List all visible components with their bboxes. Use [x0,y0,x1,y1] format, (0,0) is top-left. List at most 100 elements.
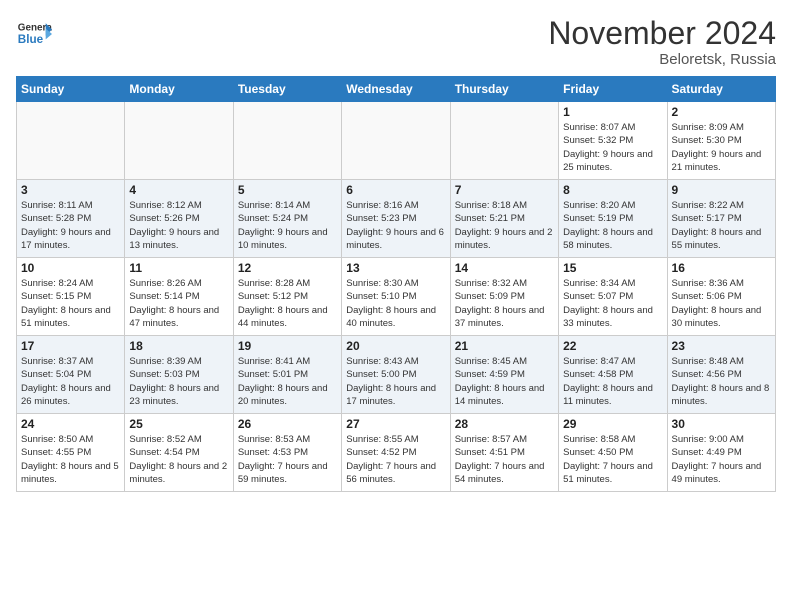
day-info: Sunrise: 8:07 AM Sunset: 5:32 PM Dayligh… [563,121,662,174]
header: General Blue November 2024 Beloretsk, Ru… [16,16,776,68]
calendar-week-row: 3 Sunrise: 8:11 AM Sunset: 5:28 PM Daylig… [17,180,776,258]
day-number: 9 [672,183,771,197]
day-number: 3 [21,183,120,197]
day-number: 25 [129,417,228,431]
table-row: 27Sunrise: 8:55 AM Sunset: 4:52 PM Dayli… [342,414,450,492]
table-row: 24 Sunrise: 8:50 AM Sunset: 4:55 PM Dayli… [17,414,125,492]
day-number: 5 [238,183,337,197]
day-number: 16 [672,261,771,275]
day-info: Sunrise: 8:53 AM Sunset: 4:53 PM Dayligh… [238,433,337,486]
table-row [233,102,341,180]
day-info: Sunrise: 8:36 AM Sunset: 5:06 PM Dayligh… [672,277,771,330]
table-row [17,102,125,180]
day-number: 21 [455,339,554,353]
day-number: 11 [129,261,228,275]
table-row: 25 Sunrise: 8:52 AM Sunset: 4:54 PM Dayli… [125,414,233,492]
table-row: 12 Sunrise: 8:28 AM Sunset: 5:12 PM Dayli… [233,258,341,336]
day-info: Sunrise: 8:32 AM Sunset: 5:09 PM Dayligh… [455,277,554,330]
table-row [125,102,233,180]
day-number: 23 [672,339,771,353]
day-info: Sunrise: 8:57 AM Sunset: 4:51 PM Dayligh… [455,433,554,486]
table-row: 17Sunrise: 8:37 AM Sunset: 5:04 PM Dayli… [17,336,125,414]
table-row: 19 Sunrise: 8:41 AM Sunset: 5:01 PM Dayli… [233,336,341,414]
table-row: 13 Sunrise: 8:30 AM Sunset: 5:10 PM Dayli… [342,258,450,336]
page: General Blue November 2024 Beloretsk, Ru… [0,0,792,612]
day-number: 12 [238,261,337,275]
table-row: 18Sunrise: 8:39 AM Sunset: 5:03 PM Dayli… [125,336,233,414]
day-info: Sunrise: 8:26 AM Sunset: 5:14 PM Dayligh… [129,277,228,330]
day-number: 29 [563,417,662,431]
svg-text:Blue: Blue [18,33,44,46]
day-info: Sunrise: 8:11 AM Sunset: 5:28 PM Dayligh… [21,199,120,252]
table-row [450,102,558,180]
day-number: 15 [563,261,662,275]
table-row: 21Sunrise: 8:45 AM Sunset: 4:59 PM Dayli… [450,336,558,414]
day-info: Sunrise: 8:24 AM Sunset: 5:15 PM Dayligh… [21,277,120,330]
table-row: 3 Sunrise: 8:11 AM Sunset: 5:28 PM Daylig… [17,180,125,258]
col-tuesday: Tuesday [233,77,341,102]
day-number: 4 [129,183,228,197]
day-info: Sunrise: 8:47 AM Sunset: 4:58 PM Dayligh… [563,355,662,408]
day-info: Sunrise: 8:16 AM Sunset: 5:23 PM Dayligh… [346,199,445,252]
day-info: Sunrise: 8:50 AM Sunset: 4:55 PM Dayligh… [21,433,120,486]
col-wednesday: Wednesday [342,77,450,102]
table-row: 6Sunrise: 8:16 AM Sunset: 5:23 PM Daylig… [342,180,450,258]
day-number: 7 [455,183,554,197]
table-row: 1 Sunrise: 8:07 AM Sunset: 5:32 PM Daylig… [559,102,667,180]
day-info: Sunrise: 8:39 AM Sunset: 5:03 PM Dayligh… [129,355,228,408]
table-row: 15 Sunrise: 8:34 AM Sunset: 5:07 PM Dayli… [559,258,667,336]
table-row: 28Sunrise: 8:57 AM Sunset: 4:51 PM Dayli… [450,414,558,492]
day-info: Sunrise: 8:55 AM Sunset: 4:52 PM Dayligh… [346,433,445,486]
table-row: 22 Sunrise: 8:47 AM Sunset: 4:58 PM Dayli… [559,336,667,414]
day-info: Sunrise: 8:12 AM Sunset: 5:26 PM Dayligh… [129,199,228,252]
table-row: 2Sunrise: 8:09 AM Sunset: 5:30 PM Daylig… [667,102,775,180]
table-row: 9 Sunrise: 8:22 AM Sunset: 5:17 PM Daylig… [667,180,775,258]
day-info: Sunrise: 8:09 AM Sunset: 5:30 PM Dayligh… [672,121,771,174]
day-info: Sunrise: 8:30 AM Sunset: 5:10 PM Dayligh… [346,277,445,330]
day-number: 17 [21,339,120,353]
day-info: Sunrise: 8:34 AM Sunset: 5:07 PM Dayligh… [563,277,662,330]
calendar-week-row: 24 Sunrise: 8:50 AM Sunset: 4:55 PM Dayli… [17,414,776,492]
day-info: Sunrise: 9:00 AM Sunset: 4:49 PM Dayligh… [672,433,771,486]
table-row: 16 Sunrise: 8:36 AM Sunset: 5:06 PM Dayli… [667,258,775,336]
table-row: 20 Sunrise: 8:43 AM Sunset: 5:00 PM Dayli… [342,336,450,414]
day-number: 30 [672,417,771,431]
col-sunday: Sunday [17,77,125,102]
day-number: 20 [346,339,445,353]
day-info: Sunrise: 8:58 AM Sunset: 4:50 PM Dayligh… [563,433,662,486]
table-row: 8Sunrise: 8:20 AM Sunset: 5:19 PM Daylig… [559,180,667,258]
col-saturday: Saturday [667,77,775,102]
day-number: 22 [563,339,662,353]
logo: General Blue [16,16,52,52]
logo-icon: General Blue [16,16,52,52]
day-info: Sunrise: 8:41 AM Sunset: 5:01 PM Dayligh… [238,355,337,408]
calendar-week-row: 1 Sunrise: 8:07 AM Sunset: 5:32 PM Daylig… [17,102,776,180]
day-number: 10 [21,261,120,275]
calendar-week-row: 10 Sunrise: 8:24 AM Sunset: 5:15 PM Dayli… [17,258,776,336]
col-monday: Monday [125,77,233,102]
day-number: 24 [21,417,120,431]
title-block: November 2024 Beloretsk, Russia [548,16,776,68]
day-number: 14 [455,261,554,275]
table-row: 29 Sunrise: 8:58 AM Sunset: 4:50 PM Dayli… [559,414,667,492]
table-row: 14 Sunrise: 8:32 AM Sunset: 5:09 PM Dayli… [450,258,558,336]
day-info: Sunrise: 8:28 AM Sunset: 5:12 PM Dayligh… [238,277,337,330]
table-row: 11 Sunrise: 8:26 AM Sunset: 5:14 PM Dayli… [125,258,233,336]
day-number: 26 [238,417,337,431]
day-number: 13 [346,261,445,275]
day-info: Sunrise: 8:20 AM Sunset: 5:19 PM Dayligh… [563,199,662,252]
weekday-header-row: Sunday Monday Tuesday Wednesday Thursday… [17,77,776,102]
day-info: Sunrise: 8:52 AM Sunset: 4:54 PM Dayligh… [129,433,228,486]
table-row: 7Sunrise: 8:18 AM Sunset: 5:21 PM Daylig… [450,180,558,258]
day-info: Sunrise: 8:14 AM Sunset: 5:24 PM Dayligh… [238,199,337,252]
day-info: Sunrise: 8:43 AM Sunset: 5:00 PM Dayligh… [346,355,445,408]
table-row [342,102,450,180]
col-friday: Friday [559,77,667,102]
table-row: 10 Sunrise: 8:24 AM Sunset: 5:15 PM Dayli… [17,258,125,336]
table-row: 26 Sunrise: 8:53 AM Sunset: 4:53 PM Dayli… [233,414,341,492]
calendar-table: Sunday Monday Tuesday Wednesday Thursday… [16,76,776,492]
day-number: 1 [563,105,662,119]
table-row: 23Sunrise: 8:48 AM Sunset: 4:56 PM Dayli… [667,336,775,414]
day-info: Sunrise: 8:22 AM Sunset: 5:17 PM Dayligh… [672,199,771,252]
day-number: 19 [238,339,337,353]
